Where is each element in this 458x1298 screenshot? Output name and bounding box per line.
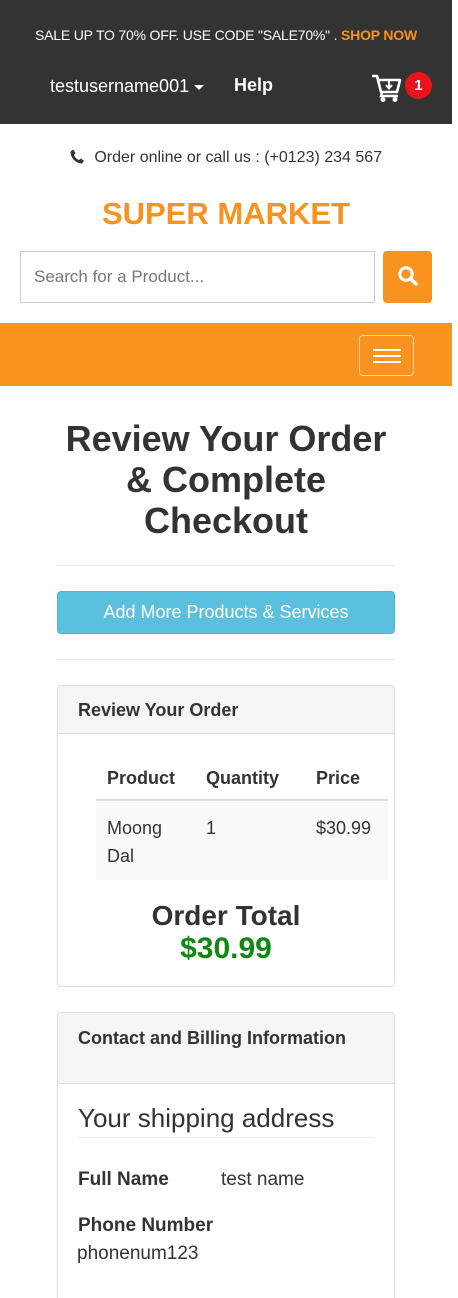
contact-text: Order online or call us : (+0123) 234 56… bbox=[94, 149, 383, 166]
column-header-price: Price bbox=[305, 754, 388, 801]
divider bbox=[57, 565, 395, 566]
username: testusername001 bbox=[50, 76, 190, 96]
panel-heading: Review Your Order bbox=[58, 686, 394, 734]
panel-heading: Contact and Billing Information bbox=[58, 1013, 394, 1084]
cell-product: Moong Dal bbox=[96, 800, 195, 880]
review-order-panel: Review Your Order Product Quantity Price… bbox=[57, 685, 395, 987]
search-button[interactable] bbox=[383, 251, 432, 303]
main-navbar bbox=[0, 323, 452, 386]
column-header-product: Product bbox=[96, 754, 195, 801]
promo-text: SALE UP TO 70% OFF. USE CODE "SALE70%" . bbox=[35, 27, 338, 43]
order-total-label: Order Total bbox=[151, 900, 301, 931]
billing-panel: Contact and Billing Information Your shi… bbox=[57, 1012, 395, 1298]
caret-down-icon bbox=[194, 84, 205, 90]
hamburger-icon bbox=[373, 361, 401, 363]
help-link[interactable]: Help bbox=[234, 75, 273, 96]
phone-number-value: phonenum123 bbox=[77, 1243, 199, 1264]
shipping-address-title: Your shipping address bbox=[78, 1103, 374, 1138]
column-header-quantity: Quantity bbox=[195, 754, 305, 801]
shop-now-link[interactable]: SHOP NOW bbox=[341, 27, 417, 43]
hamburger-icon bbox=[373, 355, 401, 357]
top-bar: SALE UP TO 70% OFF. USE CODE "SALE70%" .… bbox=[0, 0, 452, 124]
divider bbox=[57, 659, 395, 660]
menu-toggle-button[interactable] bbox=[359, 335, 414, 376]
cart-count-badge: 1 bbox=[405, 72, 432, 99]
cart-icon[interactable] bbox=[371, 73, 403, 103]
phone-icon bbox=[70, 149, 84, 169]
cell-quantity: 1 bbox=[195, 800, 305, 880]
order-table: Product Quantity Price Moong Dal 1 $30.9… bbox=[96, 754, 388, 880]
full-name-value: test name bbox=[221, 1169, 305, 1190]
order-total-value: $30.99 bbox=[180, 932, 272, 965]
add-more-products-button[interactable]: Add More Products & Services bbox=[57, 591, 395, 634]
table-row: Moong Dal 1 $30.99 bbox=[96, 800, 388, 880]
search-input[interactable] bbox=[20, 251, 375, 303]
promo-banner: SALE UP TO 70% OFF. USE CODE "SALE70%" .… bbox=[0, 27, 452, 43]
brand-logo[interactable]: SUPER MARKET bbox=[0, 196, 452, 232]
user-menu[interactable]: testusername001 bbox=[50, 76, 205, 97]
table-header-row: Product Quantity Price bbox=[96, 754, 388, 801]
search-icon bbox=[397, 265, 418, 286]
hamburger-icon bbox=[373, 349, 401, 351]
page-edge bbox=[452, 0, 458, 790]
page-title: Review Your Order & Complete Checkout bbox=[65, 418, 387, 541]
cell-price: $30.99 bbox=[305, 800, 388, 880]
full-name-label: Full Name bbox=[78, 1169, 169, 1190]
phone-number-label: Phone Number bbox=[78, 1215, 214, 1236]
contact-line: Order online or call us : (+0123) 234 56… bbox=[0, 149, 452, 169]
